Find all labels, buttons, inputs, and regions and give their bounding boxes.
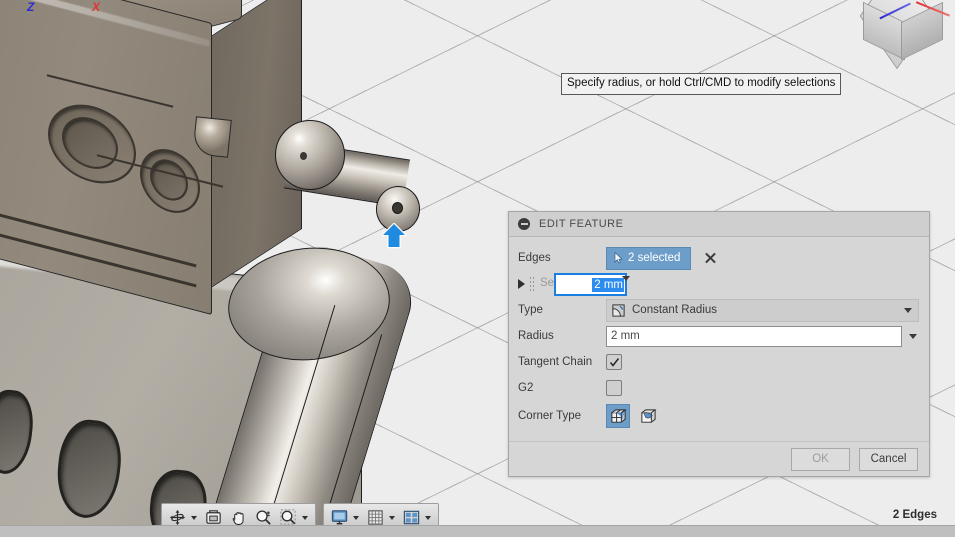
check-icon [609,357,619,367]
chevron-down-icon[interactable] [389,515,395,520]
radius-label: Radius [518,330,554,342]
status-bar [0,525,955,537]
row-edges: Edges 2 selected [518,245,919,271]
triangle-right-icon[interactable] [518,279,525,289]
row-corner-type: Corner Type [518,401,919,431]
row-g2: G2 [518,375,919,401]
edges-selection-label: 2 selected [628,252,681,264]
drag-dots-icon [529,276,535,292]
chevron-down-icon[interactable] [909,333,917,339]
radius-input[interactable]: 2 mm [606,325,902,347]
model-ball-detail [300,152,307,160]
minus-circle-icon[interactable] [518,218,530,230]
inline-row-hidden-label: Se [540,277,555,289]
cursor-arrow-icon [614,252,623,264]
model-rod-cap-detail [392,202,403,214]
corner-setback-icon[interactable] [636,404,660,428]
dialog-title: EDIT FEATURE [539,218,624,230]
fillet-icon [612,303,625,317]
edges-selection-button[interactable]: 2 selected [606,246,692,270]
axis-z-label: Z [27,0,35,14]
row-inline-radius-edit: Se 2 mm [518,271,919,297]
row-radius: Radius 2 mm [518,323,919,349]
tangent-chain-label: Tangent Chain [518,356,593,368]
row-type: Type Constant Radius [518,297,919,323]
g2-label: G2 [518,382,534,394]
dialog-body: Edges 2 selected Se 2 mm Type Constant R… [509,237,929,441]
inline-radius-input[interactable]: 2 mm [554,273,627,296]
close-icon[interactable] [703,251,717,265]
inline-radius-value: 2 mm [592,277,624,292]
chevron-down-icon[interactable] [904,307,912,313]
radius-value: 2 mm [611,330,640,342]
type-label: Type [518,304,543,316]
row-tangent-chain: Tangent Chain [518,349,919,375]
axis-x-label: X [92,0,101,14]
radius-drag-arrow-handle[interactable] [380,223,408,249]
chevron-down-icon[interactable] [191,515,197,520]
chevron-down-icon[interactable] [353,515,359,520]
dialog-header[interactable]: EDIT FEATURE [509,212,929,237]
corner-rolling-ball-icon[interactable] [606,404,630,428]
fusion-cad-window: Specify radius, or hold Ctrl/CMD to modi… [0,0,955,537]
tangent-chain-checkbox[interactable] [606,354,622,370]
model-ball-end [275,120,345,190]
cad-model[interactable] [0,0,520,525]
edit-feature-dialog[interactable]: EDIT FEATURE Edges 2 selected Se 2 mm Ty… [508,211,930,477]
chevron-down-icon[interactable] [622,276,630,281]
chevron-down-icon[interactable] [302,515,308,520]
type-dropdown[interactable]: Constant Radius [606,298,919,322]
status-selection-count: 2 Edges [892,509,937,521]
cancel-button[interactable]: Cancel [859,447,918,471]
dialog-footer: OK Cancel [509,441,929,476]
ok-button[interactable]: OK [791,447,850,471]
edges-label: Edges [518,252,551,264]
chevron-down-icon[interactable] [425,515,431,520]
type-value: Constant Radius [632,304,718,316]
corner-type-label: Corner Type [518,410,582,422]
status-tooltip: Specify radius, or hold Ctrl/CMD to modi… [561,73,842,95]
g2-checkbox[interactable] [606,380,622,396]
